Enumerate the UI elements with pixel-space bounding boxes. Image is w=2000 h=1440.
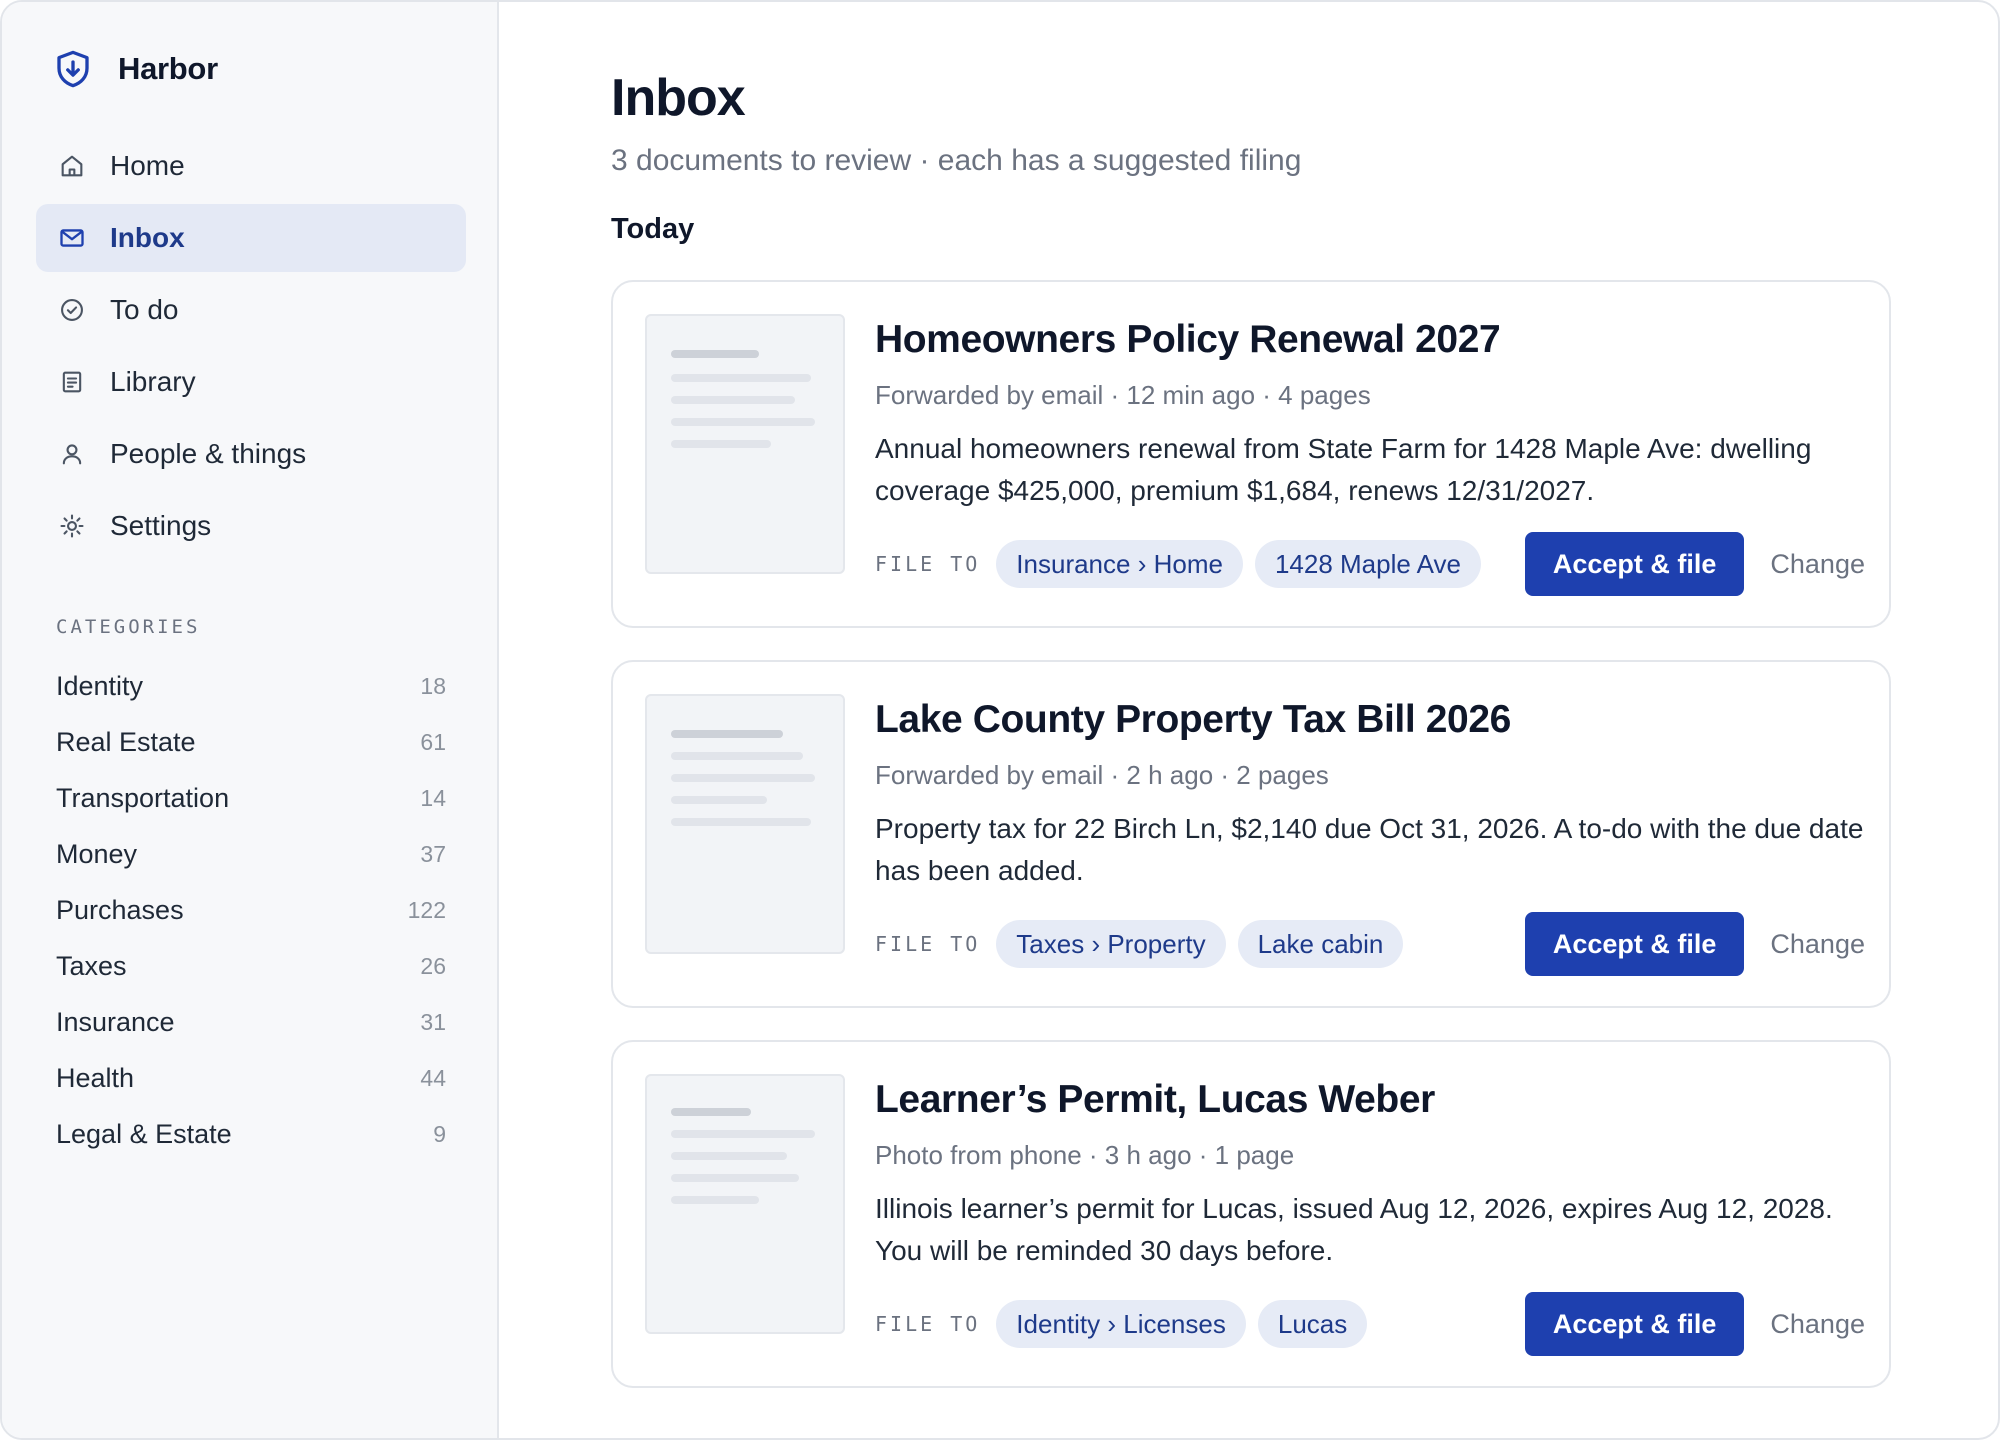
nav-label: Home [110, 150, 185, 181]
nav-label: Inbox [110, 222, 185, 253]
category-label: Insurance [56, 1006, 175, 1037]
category-count: 26 [420, 952, 446, 979]
category-count: 44 [420, 1064, 446, 1091]
category-count: 122 [407, 896, 446, 923]
nav-item-home[interactable]: Home [36, 132, 466, 200]
filing-chip-entity[interactable]: 1428 Maple Ave [1254, 540, 1481, 588]
document-description: Property tax for 22 Birch Ln, $2,140 due… [875, 813, 1864, 886]
check-circle-icon [61, 299, 83, 321]
category-label: Identity [56, 670, 144, 701]
categories-header: CATEGORIES [56, 616, 201, 638]
person-icon [62, 444, 82, 465]
category-label: Taxes [56, 950, 127, 981]
category-label: Legal & Estate [56, 1118, 232, 1149]
category-transportation[interactable]: Transportation 14 [56, 770, 446, 826]
file-to-label: FILE TO [875, 552, 981, 576]
filing-actions: FILE TO Identity › Licenses Lucas Accept… [875, 1292, 1865, 1356]
nav-item-library[interactable]: Library [36, 348, 466, 416]
document-meta: Forwarded by email · 2 h ago · 2 pages [875, 760, 1329, 790]
category-identity[interactable]: Identity 18 [56, 658, 446, 714]
document-thumbnail[interactable] [645, 314, 845, 574]
file-to-label: FILE TO [875, 932, 981, 956]
document-list-icon [62, 371, 82, 393]
nav-item-people[interactable]: People & things [36, 420, 466, 488]
document-card[interactable]: Learner’s Permit, Lucas Weber Photo from… [611, 1040, 1891, 1388]
filing-chip-category[interactable]: Insurance › Home [996, 540, 1243, 588]
document-meta: Forwarded by email · 12 min ago · 4 page… [875, 380, 1371, 410]
sidebar-nav: Home Inbox To do Library People & things… [36, 132, 466, 564]
document-card[interactable]: Lake County Property Tax Bill 2026 Forwa… [611, 660, 1891, 1008]
category-label: Transportation [56, 782, 230, 813]
category-count: 37 [420, 840, 446, 867]
filing-actions: FILE TO Insurance › Home 1428 Maple Ave … [875, 532, 1865, 596]
category-label: Real Estate [56, 726, 196, 757]
document-cards: Homeowners Policy Renewal 2027 Forwarded… [611, 280, 1891, 1420]
category-purchases[interactable]: Purchases 122 [56, 882, 446, 938]
page-subtitle: 3 documents to review · each has a sugge… [611, 144, 1302, 177]
filing-actions: FILE TO Taxes › Property Lake cabin Acce… [875, 912, 1865, 976]
change-button[interactable]: Change [1770, 549, 1865, 580]
category-money[interactable]: Money 37 [56, 826, 446, 882]
file-to-label: FILE TO [875, 1312, 981, 1336]
category-count: 18 [420, 672, 446, 699]
nav-label: Library [110, 366, 196, 397]
category-count: 61 [420, 728, 446, 755]
category-real-estate[interactable]: Real Estate 61 [56, 714, 446, 770]
sidebar: Harbor Home Inbox To do Library People &… [2, 2, 499, 1438]
change-button[interactable]: Change [1770, 929, 1865, 960]
nav-item-inbox[interactable]: Inbox [36, 204, 466, 272]
filing-chip-category[interactable]: Identity › Licenses [996, 1300, 1246, 1348]
document-thumbnail[interactable] [645, 1074, 845, 1334]
filing-chip-category[interactable]: Taxes › Property [996, 920, 1226, 968]
gear-icon [60, 514, 84, 538]
main-content: Inbox 3 documents to review · each has a… [499, 2, 1998, 1438]
document-meta: Photo from phone · 3 h ago · 1 page [875, 1140, 1295, 1170]
app-name: Harbor [118, 51, 218, 86]
filing-chip-entity[interactable]: Lucas [1257, 1300, 1368, 1348]
shield-download-icon [57, 50, 89, 88]
category-count: 9 [433, 1120, 446, 1147]
nav-label: People & things [110, 438, 307, 469]
document-thumbnail[interactable] [645, 694, 845, 954]
brand[interactable]: Harbor [52, 48, 218, 90]
document-description: Annual homeowners renewal from State Far… [875, 433, 1812, 506]
category-taxes[interactable]: Taxes 26 [56, 938, 446, 994]
category-label: Health [56, 1062, 135, 1093]
home-icon [61, 155, 83, 177]
nav-label: Settings [110, 510, 212, 541]
change-button[interactable]: Change [1770, 1309, 1865, 1340]
filing-chip-entity[interactable]: Lake cabin [1237, 920, 1404, 968]
document-title: Homeowners Policy Renewal 2027 [875, 318, 1501, 361]
mail-icon [60, 229, 84, 247]
document-card[interactable]: Homeowners Policy Renewal 2027 Forwarded… [611, 280, 1891, 628]
categories-list: Identity 18 Real Estate 61 Transportatio… [56, 658, 446, 1162]
app-window: Harbor Home Inbox To do Library People &… [0, 0, 2000, 1440]
document-description: Illinois learner’s permit for Lucas, iss… [875, 1193, 1833, 1266]
category-label: Purchases [56, 894, 184, 925]
accept-file-button[interactable]: Accept & file [1524, 1292, 1745, 1356]
category-legal-estate[interactable]: Legal & Estate 9 [56, 1106, 446, 1162]
category-health[interactable]: Health 44 [56, 1050, 446, 1106]
nav-item-settings[interactable]: Settings [36, 492, 466, 560]
category-count: 14 [420, 784, 446, 811]
page-title: Inbox [611, 69, 746, 127]
section-label-today: Today [611, 213, 695, 245]
document-title: Lake County Property Tax Bill 2026 [875, 698, 1511, 741]
document-title: Learner’s Permit, Lucas Weber [875, 1078, 1435, 1121]
category-label: Money [56, 838, 138, 869]
nav-label: To do [110, 294, 179, 325]
accept-file-button[interactable]: Accept & file [1524, 912, 1745, 976]
category-count: 31 [420, 1008, 446, 1035]
accept-file-button[interactable]: Accept & file [1524, 532, 1745, 596]
nav-item-todo[interactable]: To do [36, 276, 466, 344]
category-insurance[interactable]: Insurance 31 [56, 994, 446, 1050]
